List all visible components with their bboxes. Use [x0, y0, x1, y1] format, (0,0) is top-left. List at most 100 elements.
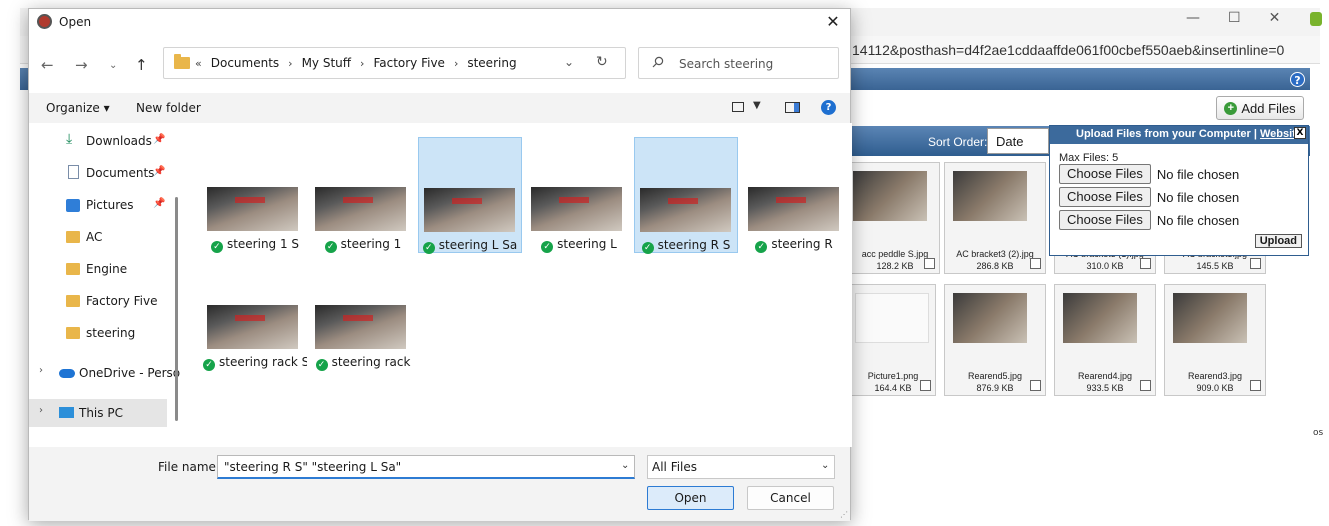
attachment-checkbox[interactable]: [924, 258, 935, 269]
chevron-down-icon[interactable]: ⌄: [564, 55, 574, 69]
breadcrumb-separator-icon[interactable]: ›: [454, 57, 458, 70]
attachment-tile[interactable]: Picture1.png 164.4 KB: [850, 284, 936, 396]
folder-icon: [174, 54, 190, 69]
sort-order-select[interactable]: Date: [987, 128, 1049, 154]
recent-locations-chevron-icon[interactable]: ⌄: [109, 60, 117, 71]
minimize-icon[interactable]: —: [1186, 10, 1200, 26]
file-item[interactable]: ✓ steering L: [527, 137, 631, 253]
sidebar-item-label: Factory Five: [86, 294, 158, 308]
attachment-checkbox[interactable]: [1030, 380, 1041, 391]
address-bar[interactable]: « Documents › My Stuff › Factory Five › …: [163, 47, 626, 79]
breadcrumb-separator-icon[interactable]: ›: [360, 57, 364, 70]
preview-pane-icon[interactable]: [785, 102, 800, 113]
help-icon[interactable]: ?: [821, 100, 836, 115]
add-files-button[interactable]: + Add Files: [1216, 96, 1304, 120]
pin-icon: 📌: [153, 134, 166, 145]
folder-icon: [66, 263, 80, 275]
upload-panel-close-button[interactable]: X: [1294, 127, 1306, 139]
no-file-chosen-text: No file chosen: [1156, 189, 1240, 205]
file-item[interactable]: ✓ steering 1 S: [203, 137, 307, 253]
sidebar-item-label: Pictures: [86, 198, 134, 212]
open-button[interactable]: Open: [647, 486, 734, 510]
file-thumbnail: [424, 188, 515, 232]
file-name-text: steering R: [771, 237, 833, 251]
dialog-footer: File name: "steering R S" "steering L Sa…: [29, 447, 850, 521]
sidebar-item-onedrive[interactable]: › OneDrive - Perso: [29, 359, 180, 387]
breadcrumb-item[interactable]: Documents: [211, 56, 279, 70]
attachment-checkbox[interactable]: [1250, 380, 1261, 391]
choose-files-button[interactable]: Choose Files: [1059, 210, 1151, 230]
sidebar-item-this-pc[interactable]: › This PC: [29, 399, 167, 427]
sidebar-item-factory-five[interactable]: Factory Five: [29, 287, 169, 315]
file-item[interactable]: ✓ steering 1: [311, 137, 415, 253]
computer-icon: [59, 407, 74, 418]
file-item[interactable]: ✓ steering R S: [634, 137, 738, 254]
extension-icon[interactable]: [1310, 12, 1322, 26]
breadcrumb-overflow[interactable]: «: [195, 57, 202, 70]
choose-files-button[interactable]: Choose Files: [1059, 187, 1151, 207]
sidebar-item-label: Downloads: [86, 134, 152, 148]
attachment-tile[interactable]: acc peddle S.jpg 128.2 KB: [850, 162, 940, 274]
attachment-checkbox[interactable]: [1140, 258, 1151, 269]
cancel-button[interactable]: Cancel: [747, 486, 834, 510]
sidebar-item-downloads[interactable]: ⤓ Downloads 📌: [29, 127, 169, 155]
breadcrumb-item[interactable]: steering: [467, 56, 516, 70]
choose-files-button[interactable]: Choose Files: [1059, 164, 1151, 184]
organize-button[interactable]: Organize ▾: [46, 101, 110, 115]
attachment-tile[interactable]: Rearend4.jpg 933.5 KB: [1054, 284, 1156, 396]
refresh-icon[interactable]: ↻: [596, 54, 608, 70]
file-name-input[interactable]: "steering R S" "steering L Sa": [217, 455, 635, 479]
file-item[interactable]: ✓ steering rack S: [203, 253, 307, 371]
file-list: ✓ steering 1 S ✓ steering 1 ✓ steering L Sa…: [185, 123, 852, 447]
sidebar-item-ac[interactable]: AC: [29, 223, 169, 251]
file-thumbnail: [640, 188, 731, 232]
file-item[interactable]: ✓ steering rack: [311, 253, 415, 371]
attachment-tile[interactable]: Rearend5.jpg 876.9 KB: [944, 284, 1046, 396]
close-icon[interactable]: ✕: [822, 11, 844, 33]
sidebar-scrollbar[interactable]: [175, 197, 178, 421]
up-arrow-icon[interactable]: ↑: [135, 56, 148, 74]
attachment-checkbox[interactable]: [920, 380, 931, 391]
file-name-text: steering L Sa: [438, 238, 518, 252]
attachment-tile[interactable]: AC bracket3 (2).jpg 286.8 KB: [944, 162, 1046, 274]
chevron-right-icon[interactable]: ›: [39, 405, 43, 416]
breadcrumb-separator-icon[interactable]: ›: [288, 57, 292, 70]
sidebar-item-engine[interactable]: Engine: [29, 255, 169, 283]
file-type-select[interactable]: All Files: [647, 455, 835, 479]
breadcrumb-item[interactable]: Factory Five: [373, 56, 445, 70]
file-item[interactable]: ✓ steering L Sa: [418, 137, 522, 254]
attachment-checkbox[interactable]: [1140, 380, 1151, 391]
attachment-tile[interactable]: Rearend3.jpg 909.0 KB: [1164, 284, 1266, 396]
sidebar-item-documents[interactable]: Documents 📌: [29, 159, 169, 187]
breadcrumb-item[interactable]: My Stuff: [302, 56, 351, 70]
browser-window-controls: — ☐ ✕: [1186, 10, 1280, 26]
dialog-titlebar: Open ✕: [29, 9, 850, 35]
new-folder-button[interactable]: New folder: [136, 101, 201, 115]
file-item[interactable]: ✓ steering R: [742, 137, 846, 253]
file-name-text: steering rack S: [219, 355, 307, 369]
chevron-down-icon[interactable]: ⌄: [821, 460, 829, 471]
file-name: ✓ steering R S: [635, 238, 737, 254]
view-icon[interactable]: [732, 102, 744, 112]
maximize-icon[interactable]: ☐: [1228, 10, 1241, 26]
file-name-text: steering R S: [657, 238, 731, 252]
back-arrow-icon[interactable]: ←: [41, 56, 54, 74]
sidebar-item-pictures[interactable]: Pictures 📌: [29, 191, 169, 219]
attachment-checkbox[interactable]: [1030, 258, 1041, 269]
resize-grip-icon[interactable]: ⋰: [840, 510, 848, 519]
close-icon[interactable]: ✕: [1269, 10, 1281, 26]
attachment-thumbnail: [953, 171, 1027, 221]
upload-files-panel: Upload Files from your Computer | Websit…: [1049, 125, 1309, 256]
attachment-checkbox[interactable]: [1250, 258, 1261, 269]
help-icon[interactable]: ?: [1290, 72, 1305, 87]
sidebar-item-steering[interactable]: steering: [29, 319, 169, 347]
sync-check-icon: ✓: [641, 242, 654, 254]
chevron-right-icon[interactable]: ›: [39, 365, 43, 376]
upload-button[interactable]: Upload: [1254, 234, 1302, 248]
chevron-down-icon[interactable]: ⌄: [621, 460, 629, 471]
file-input-row: Choose Files No file chosen: [1059, 187, 1239, 207]
search-input[interactable]: Search steering: [638, 47, 839, 79]
add-files-label: Add Files: [1241, 100, 1296, 116]
forward-arrow-icon[interactable]: →: [75, 56, 88, 74]
chevron-down-icon[interactable]: ▼: [753, 100, 761, 111]
